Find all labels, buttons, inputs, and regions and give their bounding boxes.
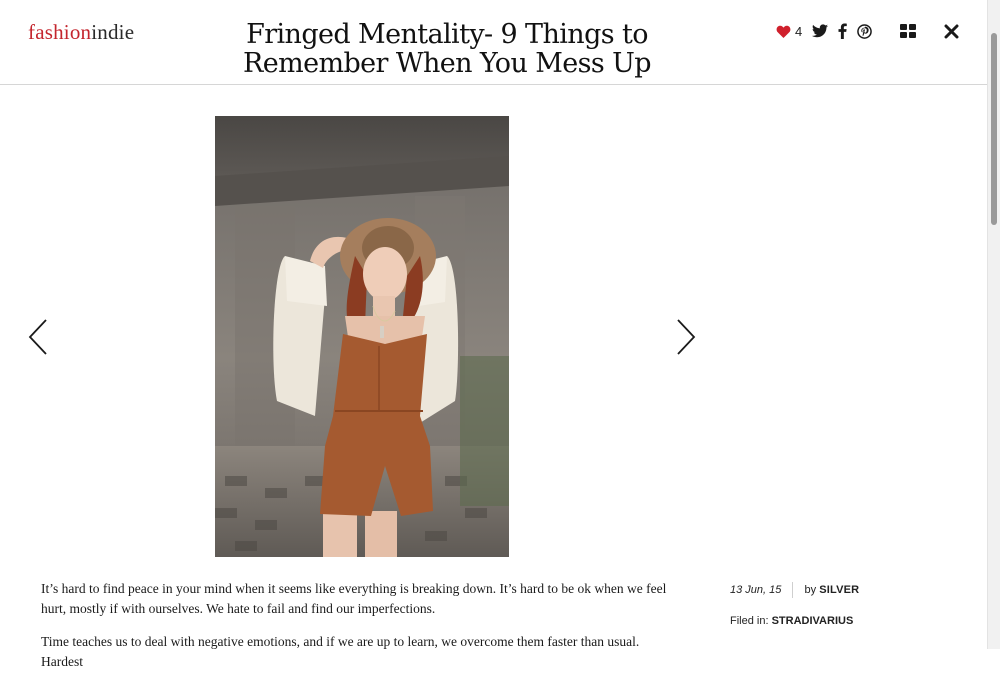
previous-image-button[interactable]	[28, 318, 48, 361]
scrollbar[interactable]	[987, 0, 1000, 649]
twitter-share-button[interactable]	[812, 24, 829, 38]
post-body: It’s hard to find peace in your mind whe…	[41, 579, 681, 685]
close-button[interactable]	[944, 24, 959, 39]
post-title: Fringed Mentality- 9 Things to Remember …	[243, 19, 652, 79]
post-paragraph: It’s hard to find peace in your mind whe…	[41, 581, 667, 616]
logo-part-fashion: fashion	[28, 20, 92, 44]
filed-label: Filed in:	[730, 615, 769, 627]
header: fashionindie Fringed Mentality- 9 Things…	[0, 0, 988, 85]
close-icon	[944, 24, 959, 38]
like-button[interactable]: 4	[776, 24, 802, 39]
logo-part-indie: indie	[91, 20, 135, 44]
share-toolbar: 4	[776, 20, 959, 42]
chevron-left-icon	[28, 319, 47, 355]
by-label: by	[804, 583, 817, 596]
chevron-right-icon	[677, 319, 696, 355]
meta-divider	[792, 582, 794, 598]
grid-view-button[interactable]	[900, 24, 917, 38]
site-logo[interactable]: fashionindie	[28, 20, 134, 45]
post-photo	[215, 116, 509, 557]
pinterest-share-button[interactable]	[857, 23, 873, 39]
scroll-thumb[interactable]	[991, 33, 997, 225]
grid-icon	[900, 24, 917, 38]
facebook-share-button[interactable]	[838, 23, 848, 39]
post-meta: 13 Jun, 15 by SILVER	[730, 582, 859, 598]
author-link[interactable]: SILVER	[819, 584, 859, 596]
heart-icon	[776, 25, 791, 38]
category-link[interactable]: STRADIVARIUS	[772, 615, 854, 627]
post-category: Filed in: STRADIVARIUS	[730, 615, 853, 627]
like-count: 4	[795, 23, 803, 39]
post-paragraph: Time teaches us to deal with negative em…	[41, 634, 640, 669]
post-date: 13 Jun, 15	[730, 583, 782, 596]
pinterest-icon	[857, 23, 873, 39]
photo-illustration	[215, 116, 509, 557]
facebook-icon	[838, 23, 848, 39]
twitter-icon	[812, 24, 829, 38]
next-image-button[interactable]	[676, 318, 696, 361]
